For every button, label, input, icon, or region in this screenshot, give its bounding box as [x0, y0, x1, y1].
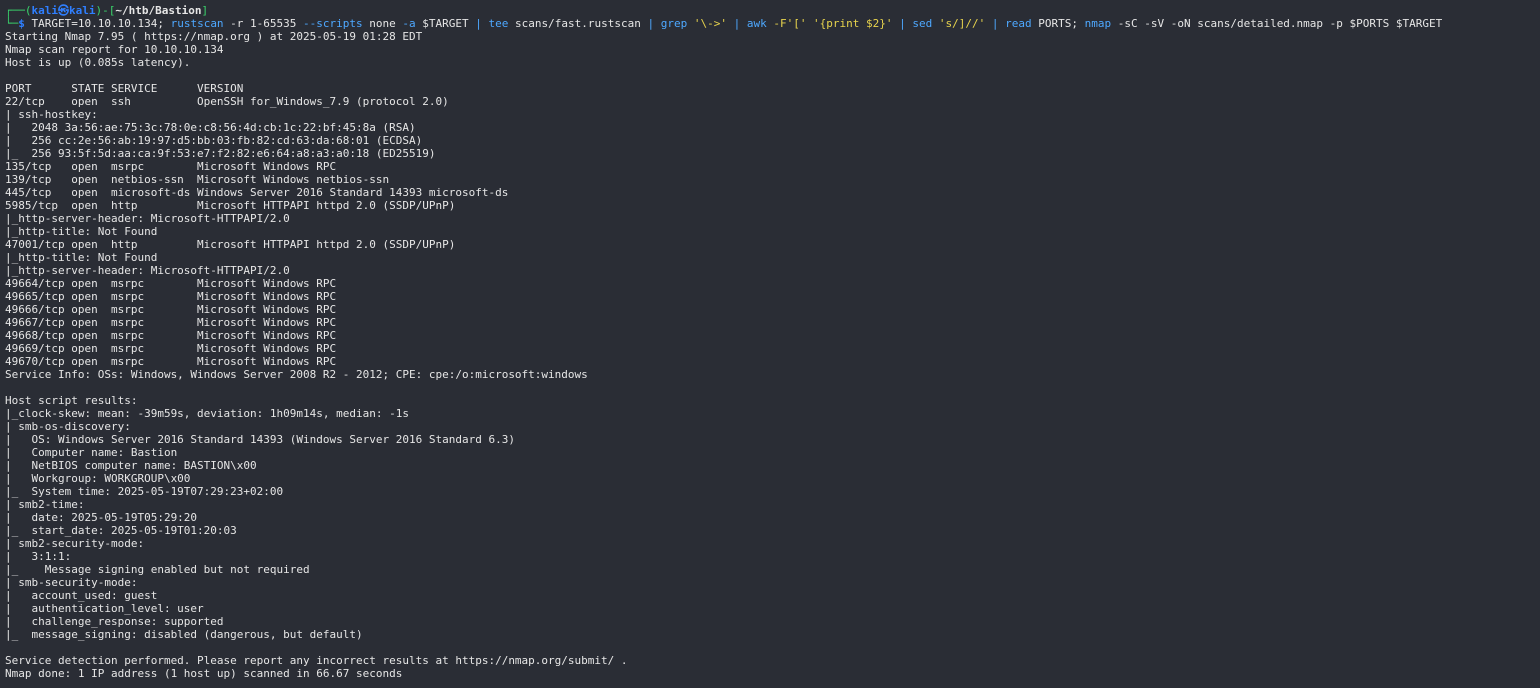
- command-segment: -sC -sV -oN scans/detailed.nmap -p $PORT…: [1111, 17, 1443, 30]
- output-line: Host is up (0.085s latency).: [5, 56, 191, 69]
- command-nmap: nmap: [1084, 17, 1112, 30]
- output-line: | NetBIOS computer name: BASTION\x00: [5, 459, 257, 472]
- command-awk: awk: [740, 17, 767, 30]
- output-line: |_http-server-header: Microsoft-HTTPAPI/…: [5, 212, 290, 225]
- output-line: | 256 cc:2e:56:ab:19:97:d5:bb:03:fb:82:c…: [5, 134, 423, 147]
- output-line: | ssh-hostkey:: [5, 108, 98, 121]
- command-segment: -r 1-65535: [223, 17, 304, 30]
- command-tee: tee: [481, 17, 509, 30]
- output-line: | 2048 3a:56:ae:75:3c:78:0e:c8:56:4d:cb:…: [5, 121, 416, 134]
- command-segment: PORTS;: [1031, 17, 1085, 30]
- output-line: | OS: Windows Server 2016 Standard 14393…: [5, 433, 515, 446]
- output-line: |_http-server-header: Microsoft-HTTPAPI/…: [5, 264, 290, 277]
- output-line: | smb2-security-mode:: [5, 537, 145, 550]
- output-line: Nmap scan report for 10.10.10.134: [5, 43, 224, 56]
- prompt-at-symbol: ㉿: [58, 4, 69, 17]
- output-line: |_ System time: 2025-05-19T07:29:23+02:0…: [5, 485, 284, 498]
- command-pipe: |: [899, 17, 906, 30]
- command-sed: sed: [905, 17, 933, 30]
- command-option-a: -a: [402, 17, 416, 30]
- output-line: |_http-title: Not Found: [5, 225, 158, 238]
- command-segment: '\->': [687, 17, 734, 30]
- command-rustscan: rustscan: [170, 17, 224, 30]
- command-option-scripts: --scripts: [303, 17, 363, 30]
- output-line: Service Info: OSs: Windows, Windows Serv…: [5, 368, 588, 381]
- terminal-window[interactable]: ┌──(kali㉿kali)-[~/htb/Bastion] └─$ TARGE…: [0, 0, 1540, 688]
- prompt-path-end: ]: [201, 4, 209, 17]
- command-segment: -F'[' '{print $2}': [766, 17, 900, 30]
- output-line: | smb-os-discovery:: [5, 420, 131, 433]
- prompt-dollar: $: [18, 17, 25, 30]
- prompt-separator: )-[: [95, 4, 116, 17]
- output-line: |_http-title: Not Found: [5, 251, 158, 264]
- output-line: | smb2-time:: [5, 498, 85, 511]
- output-line: | smb-security-mode:: [5, 576, 138, 589]
- command-read: read: [998, 17, 1032, 30]
- output-line: 49669/tcp open msrpc Microsoft Windows R…: [5, 342, 337, 355]
- output-line: |_ Message signing enabled but not requi…: [5, 563, 310, 576]
- output-line: 47001/tcp open http Microsoft HTTPAPI ht…: [5, 238, 456, 251]
- output-line: 49667/tcp open msrpc Microsoft Windows R…: [5, 316, 337, 329]
- output-line: | challenge_response: supported: [5, 615, 224, 628]
- output-line: | account_used: guest: [5, 589, 158, 602]
- prompt-box-bottom: └─: [5, 17, 19, 30]
- output-line: | 3:1:1:: [5, 550, 72, 563]
- output-line: |_clock-skew: mean: -39m59s, deviation: …: [5, 407, 409, 420]
- output-line: |_ 256 93:5f:5d:aa:ca:9f:53:e7:f2:82:e6:…: [5, 147, 436, 160]
- output-line: 49664/tcp open msrpc Microsoft Windows R…: [5, 277, 337, 290]
- prompt-host: kali: [69, 4, 96, 17]
- command-pipe: |: [475, 17, 482, 30]
- command-grep: grep: [654, 17, 688, 30]
- output-line: 135/tcp open msrpc Microsoft Windows RPC: [5, 160, 337, 173]
- output-line: PORT STATE SERVICE VERSION: [5, 82, 244, 95]
- output-line: 445/tcp open microsoft-ds Windows Server…: [5, 186, 509, 199]
- output-line: | Workgroup: WORKGROUP\x00: [5, 472, 191, 485]
- output-line: 22/tcp open ssh OpenSSH for_Windows_7.9 …: [5, 95, 449, 108]
- prompt-path: ~/htb/Bastion: [115, 4, 202, 17]
- command-line[interactable]: └─$ TARGET=10.10.10.134; rustscan -r 1-6…: [5, 17, 1442, 30]
- command-segment: TARGET=10.10.10.134;: [24, 17, 171, 30]
- prompt-header: ┌──(kali㉿kali)-[~/htb/Bastion]: [5, 4, 208, 17]
- command-segment: scans/fast.rustscan: [508, 17, 648, 30]
- command-segment: none: [362, 17, 403, 30]
- output-line: 49666/tcp open msrpc Microsoft Windows R…: [5, 303, 337, 316]
- output-line: Service detection performed. Please repo…: [5, 654, 628, 667]
- output-line: 49665/tcp open msrpc Microsoft Windows R…: [5, 290, 337, 303]
- output-line: |_ start_date: 2025-05-19T01:20:03: [5, 524, 237, 537]
- command-pipe: |: [991, 17, 999, 30]
- output-line: Starting Nmap 7.95 ( https://nmap.org ) …: [5, 30, 423, 43]
- output-line: Nmap done: 1 IP address (1 host up) scan…: [5, 667, 403, 680]
- terminal-output: Starting Nmap 7.95 ( https://nmap.org ) …: [5, 30, 628, 680]
- output-line: | Computer name: Bastion: [5, 446, 178, 459]
- output-line: 49670/tcp open msrpc Microsoft Windows R…: [5, 355, 337, 368]
- command-segment: $TARGET: [415, 17, 476, 30]
- prompt-box-top: ┌──(: [5, 4, 32, 17]
- command-segment: 's/]//': [932, 17, 992, 30]
- output-line: 139/tcp open netbios-ssn Microsoft Windo…: [5, 173, 390, 186]
- output-line: 5985/tcp open http Microsoft HTTPAPI htt…: [5, 199, 456, 212]
- output-line: | date: 2025-05-19T05:29:20: [5, 511, 198, 524]
- output-line: Host script results:: [5, 394, 138, 407]
- output-line: 49668/tcp open msrpc Microsoft Windows R…: [5, 329, 337, 342]
- output-line: | authentication_level: user: [5, 602, 204, 615]
- output-line: |_ message_signing: disabled (dangerous,…: [5, 628, 363, 641]
- prompt-user: kali: [31, 4, 59, 17]
